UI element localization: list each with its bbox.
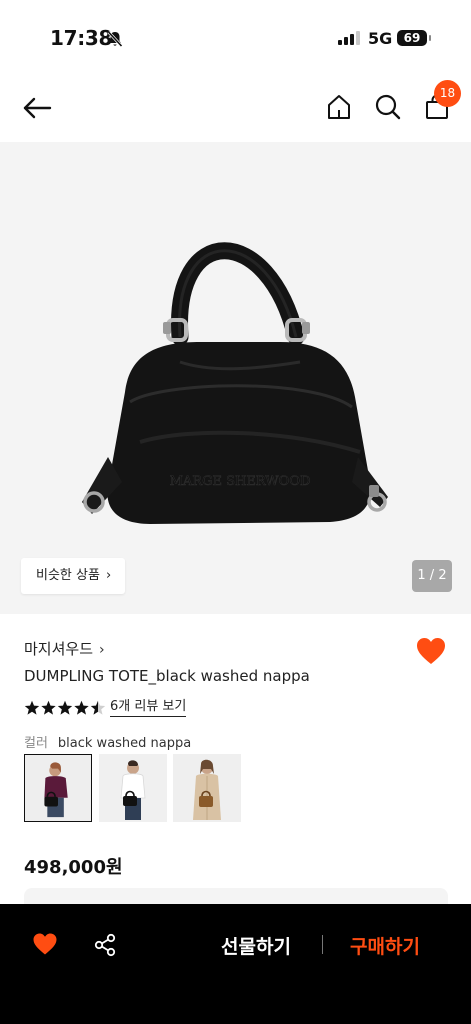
brand-link[interactable]: 마지셔우드 › <box>24 638 105 659</box>
status-time: 17:38 <box>50 26 113 50</box>
status-bar: 17:38 5G 69 <box>0 0 471 76</box>
wishlist-heart-icon[interactable] <box>415 636 447 666</box>
battery-icon: 69 <box>397 30 431 46</box>
model-trench-coat-image <box>173 754 241 822</box>
battery-level: 69 <box>403 31 421 45</box>
gift-button[interactable]: 선물하기 <box>221 932 291 959</box>
bag-logo-emboss: MARGE SHERWOOD <box>170 474 311 489</box>
wishlist-heart-icon[interactable] <box>32 932 58 956</box>
color-label: 컬러 <box>24 736 48 751</box>
variant-thumbnail-1[interactable] <box>24 754 92 822</box>
cart-count-badge: 18 <box>434 80 461 107</box>
top-navigation <box>0 76 471 142</box>
search-icon[interactable] <box>374 93 402 121</box>
product-name: DUMPLING TOTE_black washed nappa <box>24 667 310 685</box>
similar-products-label: 비슷한 상품 <box>36 568 100 583</box>
home-icon[interactable] <box>325 93 353 121</box>
product-price: 498,000원 <box>24 857 123 878</box>
product-bag-image: MARGE SHERWOOD <box>82 242 388 524</box>
buy-button[interactable]: 구매하기 <box>350 932 420 959</box>
bottom-action-bar: 선물하기 구매하기 <box>0 904 471 1024</box>
chevron-right-icon: › <box>105 568 112 583</box>
star-rating-icon <box>24 700 106 715</box>
variant-thumbnail-2[interactable] <box>99 754 167 822</box>
divider <box>322 935 323 954</box>
similar-products-button[interactable]: 비슷한 상품 › <box>21 558 126 594</box>
review-link[interactable]: 6개 리뷰 보기 <box>110 699 187 717</box>
share-icon[interactable] <box>93 933 117 957</box>
product-image-gallery[interactable]: MARGE SHERWOOD 비슷한 상품 › 1 / 2 <box>0 142 471 614</box>
bell-off-icon <box>107 30 123 48</box>
chevron-right-icon: › <box>99 642 105 658</box>
signal-icon <box>338 31 360 45</box>
model-white-shirt-image <box>99 754 167 822</box>
brand-name: 마지셔우드 <box>24 640 94 658</box>
model-burgundy-image <box>25 755 91 821</box>
network-type: 5G <box>368 29 393 48</box>
variant-thumbnail-3[interactable] <box>173 754 241 822</box>
color-row: 컬러 black washed nappa <box>24 732 191 751</box>
image-page-indicator: 1 / 2 <box>412 560 452 592</box>
color-value: black washed nappa <box>57 736 192 751</box>
back-arrow-icon[interactable] <box>22 94 52 122</box>
